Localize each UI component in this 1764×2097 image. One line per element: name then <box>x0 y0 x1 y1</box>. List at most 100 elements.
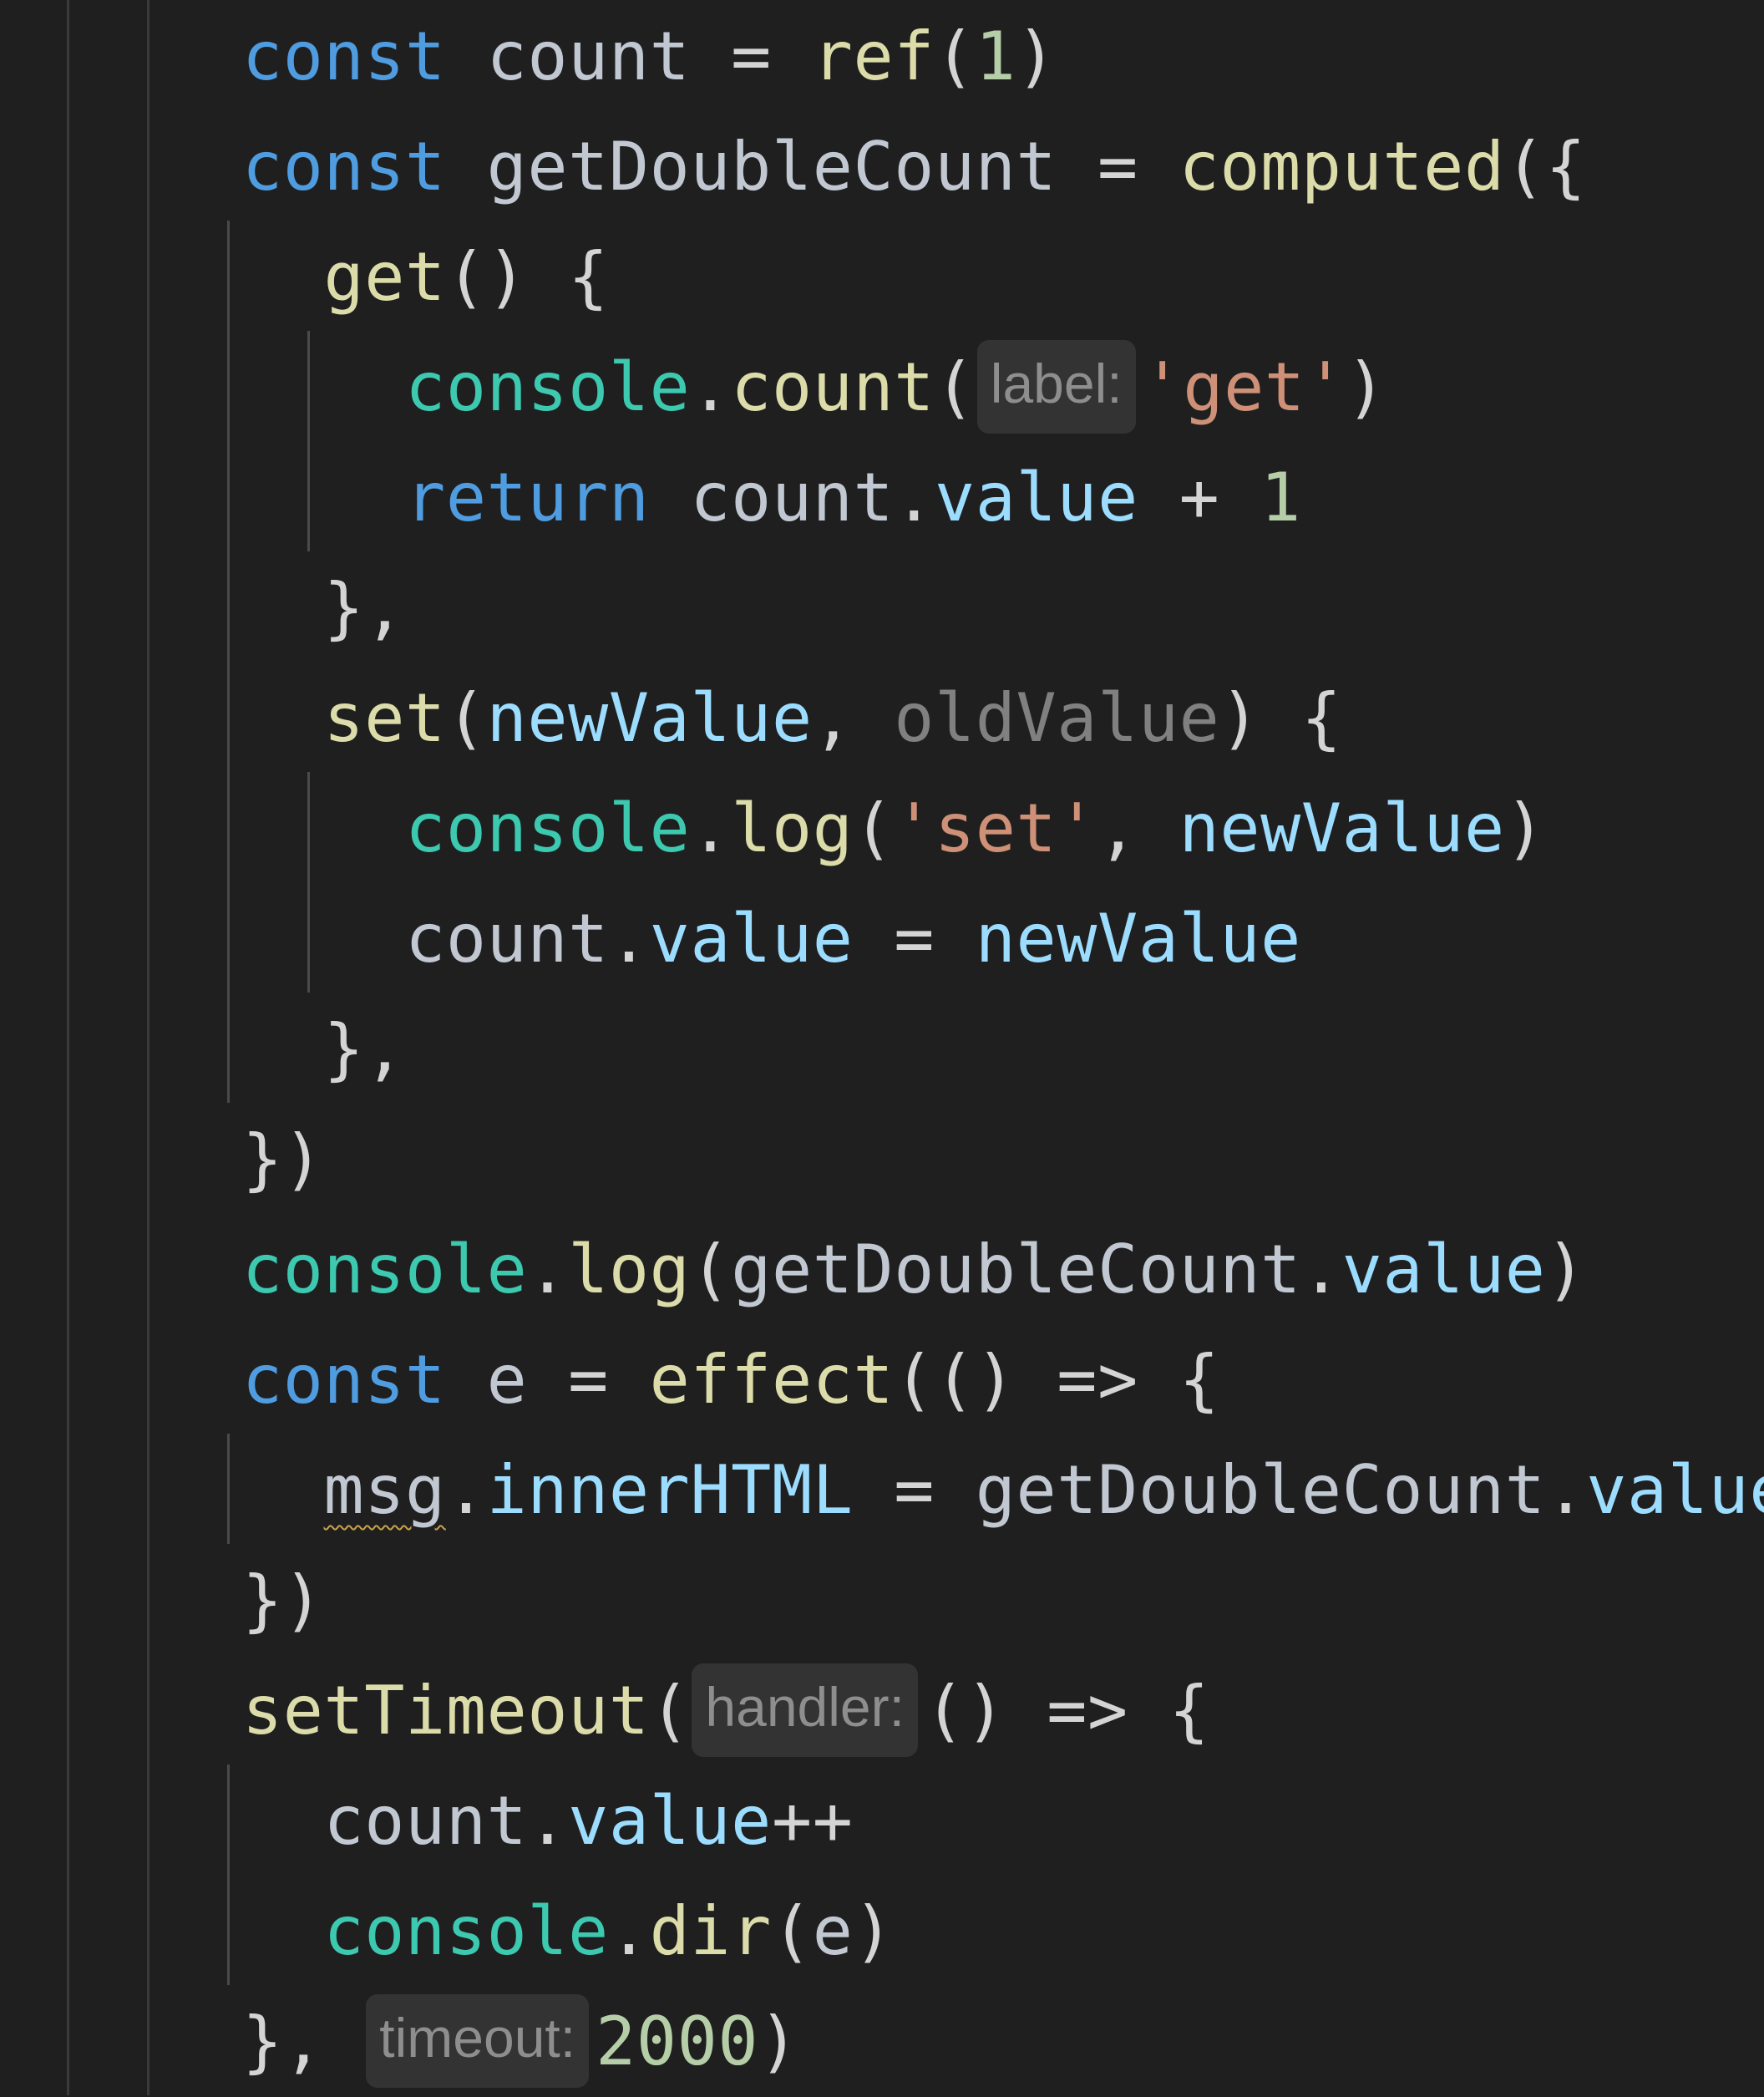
code-token: getDoubleCount <box>486 128 1057 206</box>
code-token: ) <box>1504 790 1546 867</box>
code-line[interactable]: console.log(getDoubleCount.value) <box>242 1215 1586 1325</box>
code-token: newValue <box>486 679 813 757</box>
code-line[interactable]: count.value++ <box>242 1766 853 1876</box>
code-token: }, <box>242 2003 365 2080</box>
code-token: . <box>608 900 650 977</box>
code-token: e <box>486 1341 528 1419</box>
code-token: get <box>323 238 446 316</box>
code-token: oldValue <box>894 679 1220 757</box>
code-editor[interactable]: const count = ref(1) const getDoubleCount… <box>0 0 1764 2095</box>
code-token: 2000 <box>596 2003 759 2080</box>
code-line[interactable]: count.value = newValue <box>242 884 1301 994</box>
code-token: ) { <box>1219 679 1342 757</box>
code-token: value <box>1341 1231 1546 1308</box>
code-token: () => { <box>924 1672 1210 1749</box>
code-line[interactable]: const e = effect(() => { <box>242 1325 1219 1435</box>
code-token: . <box>1545 1451 1587 1529</box>
code-line[interactable]: setTimeout(handler:() => { <box>242 1656 1209 1766</box>
code-token: value <box>568 1782 772 1860</box>
code-line[interactable]: }, <box>242 994 405 1104</box>
code-token: ( <box>853 790 895 867</box>
code-token: ) <box>853 1892 895 1970</box>
code-line[interactable]: }, <box>242 553 405 663</box>
code-token: ({ <box>1504 128 1587 206</box>
code-token: ref <box>812 18 935 95</box>
code-token: console <box>405 790 691 867</box>
code-token: }, <box>242 1010 406 1088</box>
code-token: . <box>690 348 732 426</box>
code-token: ++ <box>771 1782 854 1860</box>
code-token: value <box>649 900 854 977</box>
code-token: . <box>445 1451 487 1529</box>
indent-guide <box>147 0 150 2095</box>
code-line[interactable]: return count.value + 1 <box>242 443 1301 553</box>
code-token: count <box>405 900 609 977</box>
code-token: const <box>242 18 446 95</box>
code-token: . <box>527 1782 569 1860</box>
code-token: count <box>323 1782 528 1860</box>
code-token: 'set' <box>894 790 1098 867</box>
code-token: newValue <box>975 900 1301 977</box>
code-token: ( <box>445 679 487 757</box>
code-token: const <box>242 1341 446 1419</box>
code-line[interactable]: const getDoubleCount = computed({ <box>242 112 1586 222</box>
code-token: const <box>242 128 446 206</box>
code-line[interactable]: }, timeout: 2000) <box>242 1987 799 2097</box>
code-token: effect <box>649 1341 895 1419</box>
code-token: newValue <box>1179 790 1505 867</box>
code-token: value <box>1586 1451 1764 1529</box>
code-line[interactable]: console.dir(e) <box>242 1876 894 1987</box>
code-line[interactable]: set(newValue, oldValue) { <box>242 663 1342 774</box>
code-token: = <box>1057 128 1179 206</box>
code-token: getDoubleCount <box>975 1451 1546 1529</box>
indent-guide <box>67 0 69 2095</box>
code-line[interactable]: console.log('set', newValue) <box>242 774 1546 884</box>
warning-token: msg <box>323 1451 446 1529</box>
code-token: count <box>690 459 895 536</box>
code-line[interactable]: const count = ref(1) <box>242 2 1057 112</box>
code-token: log <box>568 1231 691 1308</box>
code-token: = <box>853 900 976 977</box>
code-token: return <box>405 459 650 536</box>
code-token: = <box>690 18 813 95</box>
code-token: . <box>527 1231 569 1308</box>
code-token: set <box>323 679 446 757</box>
code-token: , <box>812 679 895 757</box>
code-token: e <box>812 1892 854 1970</box>
code-token: = <box>853 1451 976 1529</box>
code-token: count <box>486 18 691 95</box>
code-line[interactable]: console.count(label:'get') <box>242 333 1386 443</box>
code-token: ) <box>1346 348 1387 426</box>
code-token: setTimeout <box>242 1672 650 1749</box>
code-token: (() => { <box>894 1341 1220 1419</box>
code-line[interactable]: get() { <box>242 222 609 333</box>
code-line[interactable]: msg.innerHTML = getDoubleCount.value <box>242 1435 1764 1546</box>
code-token: 1 <box>975 18 1016 95</box>
code-token: getDoubleCount <box>731 1231 1301 1308</box>
code-token: console <box>242 1231 528 1308</box>
code-token: }, <box>242 569 406 647</box>
code-token: . <box>1300 1231 1342 1308</box>
code-token: 'get' <box>1142 348 1346 426</box>
code-token: count <box>731 348 935 426</box>
code-token: ) <box>758 2003 799 2080</box>
code-token: }) <box>242 1561 324 1639</box>
code-token: . <box>894 459 935 536</box>
code-token: dir <box>649 1892 772 1970</box>
code-token: log <box>731 790 854 867</box>
code-token: innerHTML <box>486 1451 854 1529</box>
code-line[interactable]: }) <box>242 1104 324 1215</box>
code-token: }) <box>242 1120 324 1198</box>
code-line[interactable]: }) <box>242 1546 324 1656</box>
